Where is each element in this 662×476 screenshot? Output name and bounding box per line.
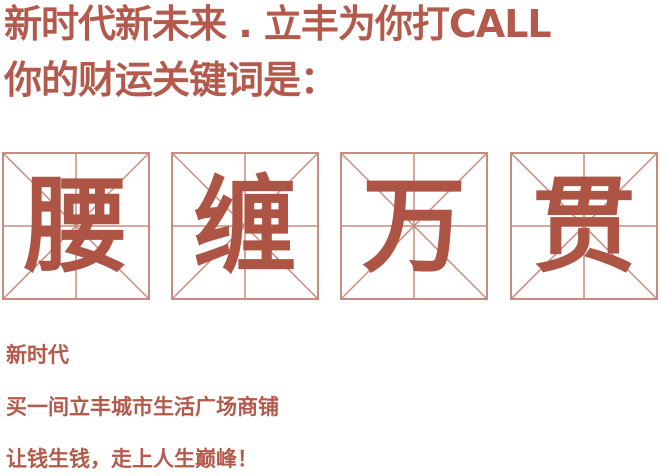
keyword-char-2: 缠	[192, 164, 297, 287]
body-line-1: 新时代	[6, 343, 69, 367]
keyword-grid: 腰 缠 万 贯	[2, 152, 662, 300]
keyword-cell-3: 万	[340, 152, 488, 300]
body-line-2: 买一间立丰城市生活广场商铺	[6, 395, 279, 419]
keyword-char-3: 万	[361, 164, 466, 287]
keyword-cell-1: 腰	[2, 152, 150, 300]
keyword-cell-4: 贯	[510, 152, 658, 300]
keyword-char-4: 贯	[531, 164, 636, 287]
keyword-cell-2: 缠	[171, 152, 319, 300]
headline-line-1: 新时代新未来 . 立丰为你打CALL	[4, 2, 552, 46]
headline-line-2: 你的财运关键词是：	[4, 58, 338, 102]
body-line-3: 让钱生钱，走上人生巅峰！	[6, 447, 258, 471]
keyword-char-1: 腰	[23, 164, 128, 287]
